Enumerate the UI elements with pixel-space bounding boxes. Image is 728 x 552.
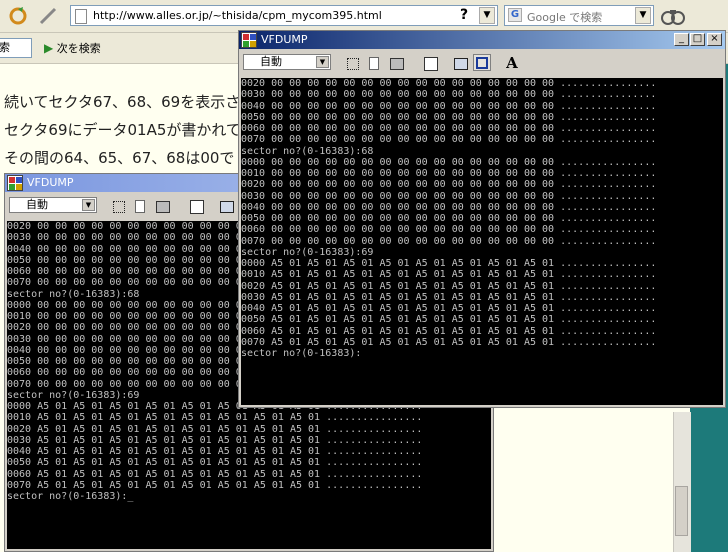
console-line: 0070 00 00 00 00 00 00 00 00 00 00 00 00… xyxy=(241,134,657,146)
close-button[interactable]: × xyxy=(707,33,722,46)
console-line: 0010 A5 01 A5 01 A5 01 A5 01 A5 01 A5 01… xyxy=(241,269,657,281)
paste-icon[interactable] xyxy=(153,197,171,214)
scrollbar-thumb[interactable] xyxy=(675,486,688,536)
refresh-icon[interactable] xyxy=(8,6,28,26)
find-input[interactable]: 索 xyxy=(0,38,32,58)
console-line: 0000 00 00 00 00 00 00 00 00 00 00 00 00… xyxy=(241,156,657,168)
mode-value: 自動 xyxy=(26,198,48,211)
page-icon xyxy=(75,9,87,24)
console-line: 0040 00 00 00 00 00 00 00 00 00 00 00 00… xyxy=(241,201,657,213)
console-line: 0020 A5 01 A5 01 A5 01 A5 01 A5 01 A5 01… xyxy=(241,280,657,292)
target-icon[interactable] xyxy=(187,197,205,214)
properties-icon[interactable] xyxy=(451,54,469,71)
vfdump-window-front[interactable]: VFDUMP _ □ × 自動 ▼ A 0020 00 00 00 00 00 … xyxy=(238,30,726,408)
console-line: 0020 00 00 00 00 00 00 00 00 00 00 00 00… xyxy=(241,179,657,191)
target-icon[interactable] xyxy=(421,54,439,71)
console-line: 0020 A5 01 A5 01 A5 01 A5 01 A5 01 A5 01… xyxy=(7,423,423,435)
select-icon[interactable] xyxy=(109,197,127,214)
console-line: 0030 A5 01 A5 01 A5 01 A5 01 A5 01 A5 01… xyxy=(7,434,423,446)
console-line: 0030 00 00 00 00 00 00 00 00 00 00 00 00… xyxy=(241,190,657,202)
console-line: 0040 A5 01 A5 01 A5 01 A5 01 A5 01 A5 01… xyxy=(241,303,657,314)
browser-toolbar: http://www.alles.or.jp/~thisida/cpm_myco… xyxy=(0,0,728,33)
search-dropdown-button[interactable]: ▼ xyxy=(635,7,651,24)
console-line: 0000 A5 01 A5 01 A5 01 A5 01 A5 01 A5 01… xyxy=(241,258,657,269)
app-icon xyxy=(7,175,23,191)
properties-icon[interactable] xyxy=(217,197,235,214)
next-arrow-icon: ▶ xyxy=(44,41,54,55)
console-line: sector no?(0-16383): xyxy=(241,348,362,359)
console-line: 0040 00 00 00 00 00 00 00 00 00 00 00 00… xyxy=(241,100,657,112)
console-line: 0030 00 00 00 00 00 00 00 00 00 00 00 00… xyxy=(241,89,657,101)
console-line: 0060 00 00 00 00 00 00 00 00 00 00 00 00… xyxy=(241,224,657,236)
console-line: 0030 A5 01 A5 01 A5 01 A5 01 A5 01 A5 01… xyxy=(241,291,657,303)
console-line: 0060 A5 01 A5 01 A5 01 A5 01 A5 01 A5 01… xyxy=(7,468,423,480)
console-line: 0050 A5 01 A5 01 A5 01 A5 01 A5 01 A5 01… xyxy=(241,314,657,326)
console-line: 0020 00 00 00 00 00 00 00 00 00 00 00 00… xyxy=(241,78,657,89)
binoculars-icon[interactable] xyxy=(660,4,686,28)
address-bar[interactable]: http://www.alles.or.jp/~thisida/cpm_myco… xyxy=(70,5,498,26)
font-icon[interactable]: A xyxy=(503,54,521,72)
article-line-3: その間の64、65、67、68は00で xyxy=(4,149,235,167)
title-bar[interactable]: VFDUMP _ □ × xyxy=(239,31,725,49)
console-output[interactable]: 0020 00 00 00 00 00 00 00 00 00 00 00 00… xyxy=(241,78,723,405)
console-line: sector no?(0-16383):69 xyxy=(241,246,374,258)
find-next-label: 次を検索 xyxy=(56,42,101,55)
console-line: 0050 00 00 00 00 00 00 00 00 00 00 00 00… xyxy=(241,111,657,123)
window-title: VFDUMP xyxy=(27,176,74,189)
chevron-down-icon[interactable]: ▼ xyxy=(82,199,95,211)
mode-select[interactable]: 自動 ▼ xyxy=(243,54,331,70)
chevron-down-icon[interactable]: ▼ xyxy=(316,56,329,68)
minimize-button[interactable]: _ xyxy=(674,33,689,46)
select-icon[interactable] xyxy=(343,54,361,71)
paste-icon[interactable] xyxy=(387,54,405,71)
edit-icon[interactable] xyxy=(38,6,58,26)
google-search-box[interactable]: G Google で検索 ▼ xyxy=(504,5,654,26)
toolbar: 自動 ▼ A xyxy=(241,51,723,73)
app-icon xyxy=(241,32,257,48)
console-line: 0050 A5 01 A5 01 A5 01 A5 01 A5 01 A5 01… xyxy=(7,457,423,469)
search-placeholder: Google で検索 xyxy=(527,11,603,24)
maximize-button[interactable]: □ xyxy=(690,33,705,46)
mode-select[interactable]: 自動 ▼ xyxy=(9,197,97,213)
copy-icon[interactable] xyxy=(365,54,383,71)
url-text[interactable]: http://www.alles.or.jp/~thisida/cpm_myco… xyxy=(93,9,382,22)
find-next-button[interactable]: ▶ 次を検索 xyxy=(44,40,101,56)
console-line: sector no?(0-16383):_ xyxy=(7,491,134,502)
console-line: 0060 A5 01 A5 01 A5 01 A5 01 A5 01 A5 01… xyxy=(241,325,657,337)
console-line: 0040 A5 01 A5 01 A5 01 A5 01 A5 01 A5 01… xyxy=(7,446,423,457)
address-dropdown-button[interactable]: ▼ xyxy=(479,7,495,24)
console-line: 0010 A5 01 A5 01 A5 01 A5 01 A5 01 A5 01… xyxy=(7,412,423,424)
mode-value: 自動 xyxy=(260,55,282,68)
console-line: 0070 A5 01 A5 01 A5 01 A5 01 A5 01 A5 01… xyxy=(7,479,423,491)
window-title: VFDUMP xyxy=(261,33,308,46)
help-icon[interactable]: ? xyxy=(455,7,473,24)
console-line: sector no?(0-16383):68 xyxy=(241,145,374,157)
article-line-1: 続いてセクタ67、68、69を表示さ xyxy=(4,93,241,111)
copy-icon[interactable] xyxy=(131,197,149,214)
article-line-2: セクタ69にデータ01A5が書かれて xyxy=(4,121,241,139)
window-icon[interactable] xyxy=(473,54,491,71)
console-line: 0050 00 00 00 00 00 00 00 00 00 00 00 00… xyxy=(241,213,657,224)
console-line: 0070 00 00 00 00 00 00 00 00 00 00 00 00… xyxy=(241,235,657,247)
console-line: 0070 A5 01 A5 01 A5 01 A5 01 A5 01 A5 01… xyxy=(241,336,657,348)
google-icon: G xyxy=(508,8,522,22)
console-line: 0060 00 00 00 00 00 00 00 00 00 00 00 00… xyxy=(241,123,657,134)
console-line: 0010 00 00 00 00 00 00 00 00 00 00 00 00… xyxy=(241,168,657,179)
